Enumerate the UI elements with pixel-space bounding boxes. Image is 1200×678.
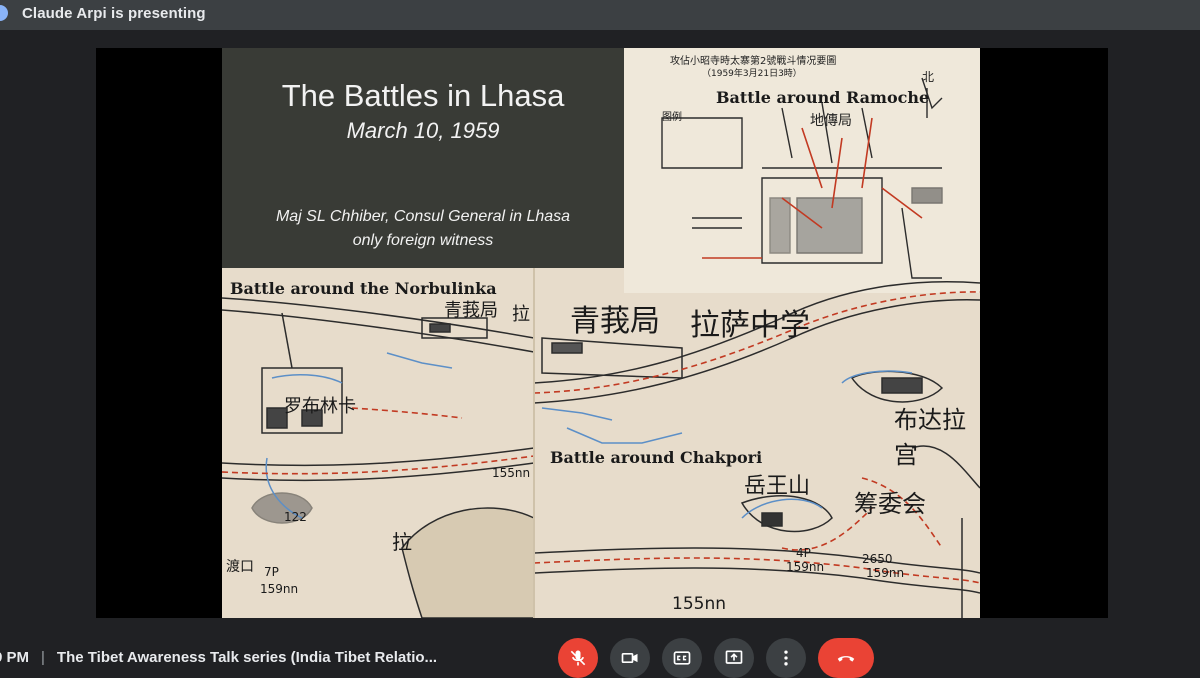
label-155-bottom: 155nn: [672, 594, 726, 614]
yuewangshan-label: 岳王山: [744, 474, 811, 499]
slide-note: Maj SL Chhiber, Consul General in Lhasa …: [222, 205, 624, 253]
present-now-button[interactable]: [714, 638, 754, 678]
label-155-left: 155nn: [492, 466, 531, 480]
north-label: 北: [922, 70, 935, 84]
ramoche-building-label: 地傳局: [810, 113, 852, 129]
top-header-label: 攻佔小昭寺時太寨第2號戰斗情况要圖: [670, 56, 837, 67]
num-122-label: 122: [284, 510, 307, 524]
more-options-icon: [784, 650, 788, 666]
la-small-label: 拉: [512, 304, 530, 325]
slide-subtitle: March 10, 1959: [346, 118, 500, 143]
slide-title: The Battles in Lhasa: [281, 78, 565, 113]
meeting-controls-bar: 9 PM | The Tibet Awareness Talk series (In…: [0, 630, 1200, 675]
la-lower-label: 拉: [392, 530, 412, 554]
dukou-label: 渡口: [226, 559, 254, 575]
mic-off-icon: [570, 650, 586, 666]
presenting-banner: Claude Arpi is presenting: [0, 0, 1200, 30]
slide-title-panel: The Battles in Lhasa March 10, 1959 Maj …: [222, 48, 624, 268]
top-date-label: （1959年3月21日3時）: [702, 69, 802, 79]
qingzang-large-label: 青莪局: [570, 304, 660, 339]
hang-up-icon: [837, 656, 855, 662]
present-icon: [725, 650, 743, 664]
label-2650: 2650: [862, 552, 893, 566]
meeting-info-separator: |: [41, 649, 45, 666]
presenter-text: Claude Arpi is presenting: [22, 5, 206, 22]
slide-note-line1: Maj SL Chhiber, Consul General in Lhasa: [275, 208, 571, 225]
qingzang-small-label: 青莪局: [444, 300, 498, 321]
meeting-title: The Tibet Awareness Talk series (India T…: [56, 649, 438, 666]
camera-icon: [621, 653, 638, 663]
ramoche-label: Battle around Ramoche: [716, 88, 930, 107]
label-7p: 7P: [264, 565, 279, 579]
chouweihui-label: 筹委会: [854, 490, 926, 518]
label-159-left: 159nn: [260, 582, 299, 596]
camera-toggle-button[interactable]: [610, 638, 650, 678]
meeting-info: 9 PM | The Tibet Awareness Talk series (In…: [0, 649, 437, 666]
slide-note-line2: only foreign witness: [352, 232, 494, 249]
chakpori-label: Battle around Chakpori: [550, 448, 763, 467]
potala-label: 布达拉宫: [894, 406, 966, 469]
leave-call-button[interactable]: [818, 638, 874, 678]
label-159-right: 159nn: [866, 566, 905, 580]
label-4p: 4P: [796, 546, 811, 560]
norbulinka-label: Battle around the Norbulinka: [230, 279, 497, 298]
norbulingka-label: 罗布林卡: [284, 396, 356, 417]
captions-icon: [673, 651, 691, 665]
mic-toggle-button[interactable]: [558, 638, 598, 678]
lhasa-school-label: 拉萨中学: [690, 308, 810, 343]
more-options-button[interactable]: [766, 638, 806, 678]
meeting-time: 9 PM: [0, 649, 30, 666]
captions-button[interactable]: [662, 638, 702, 678]
legend-title: 图例: [662, 112, 682, 123]
label-159-mid: 159nn: [786, 560, 825, 574]
presentation-slide: 攻佔小昭寺時太寨第2號戰斗情况要圖 （1959年3月21日3時） 图例 地傳局 …: [222, 48, 980, 618]
presenter-avatar: [0, 5, 8, 21]
